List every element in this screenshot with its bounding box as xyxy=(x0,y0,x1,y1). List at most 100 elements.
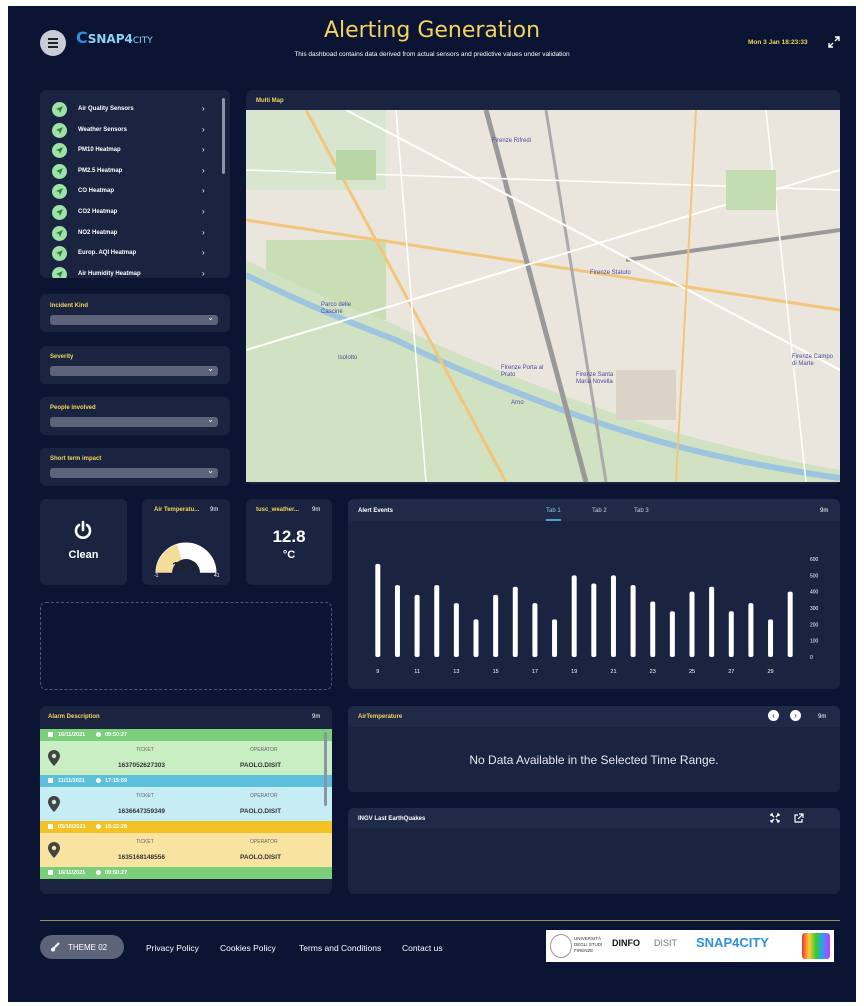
chart-bar[interactable] xyxy=(532,603,538,657)
alarm-time: 09:50:27 xyxy=(105,732,128,738)
chart-bar[interactable] xyxy=(512,586,518,657)
weather-value: 12.8 xyxy=(272,527,306,546)
chart-bar[interactable] xyxy=(709,586,715,657)
people-involved-select[interactable]: ⌄ xyxy=(50,415,218,427)
layer-item[interactable]: Europ. AQI Heatmap › xyxy=(48,244,218,264)
x-tick-label: 11 xyxy=(414,669,420,675)
chart-bar[interactable] xyxy=(610,575,616,657)
incident-kind-select[interactable]: ⌄ xyxy=(50,313,218,325)
footer-link[interactable]: Contact us xyxy=(402,943,443,953)
clock-icon xyxy=(96,732,101,737)
chevron-right-icon: › xyxy=(202,186,205,196)
severity-select[interactable]: ⌄ xyxy=(50,364,218,376)
layer-label: Air Quality Sensors xyxy=(78,106,134,112)
chart-bar[interactable] xyxy=(473,619,479,657)
footer-link[interactable]: Cookies Policy xyxy=(220,943,276,953)
university-logo: UNIVERSITÀ DEGLI STUDI FIRENZE xyxy=(574,936,603,953)
chart-bar[interactable] xyxy=(591,583,597,658)
chart-bar[interactable] xyxy=(414,594,420,657)
map-marker-icon xyxy=(48,796,60,812)
location-arrow-icon xyxy=(52,266,67,278)
map-title: Multi Map xyxy=(256,98,284,104)
brush-icon xyxy=(51,942,60,952)
y-tick-label: 600 xyxy=(810,557,819,563)
scrollbar[interactable] xyxy=(324,732,327,806)
alarm-header[interactable]: 11/11/2021 17:15:59 xyxy=(40,775,332,787)
layer-label: CO Heatmap xyxy=(78,188,115,195)
x-tick-label: 15 xyxy=(493,669,499,675)
chart-bar[interactable] xyxy=(728,611,734,657)
chart-bar[interactable] xyxy=(571,575,577,657)
city-map[interactable]: Firenze Rifredi Firenze Statuto Parco dell… xyxy=(246,110,840,482)
chevron-down-icon: ⌄ xyxy=(207,466,214,475)
clock-icon xyxy=(96,824,101,829)
tab-2[interactable]: Tab 2 xyxy=(592,508,607,514)
chart-bar[interactable] xyxy=(748,603,754,657)
external-link-icon[interactable] xyxy=(794,813,804,823)
calendar-icon xyxy=(48,778,53,783)
filter-label: Short term impact xyxy=(50,456,102,462)
chart-bar[interactable] xyxy=(669,611,675,657)
expand-icon[interactable] xyxy=(770,813,780,823)
layer-label: PM2.5 Heatmap xyxy=(78,167,123,174)
weather-widget: tusc_weather... 9m 12.8 °C xyxy=(246,499,332,585)
alarm-date: 11/11/2021 xyxy=(58,778,85,784)
chevron-right-icon: › xyxy=(202,124,205,134)
chart-bar[interactable] xyxy=(375,563,381,657)
earthquakes-panel: INGV Last EarthQuakes xyxy=(348,808,840,894)
calendar-icon xyxy=(48,732,53,737)
chart-bar[interactable] xyxy=(630,585,636,657)
location-arrow-icon xyxy=(52,184,67,200)
chevron-down-icon: ⌄ xyxy=(207,364,214,373)
alarm-header[interactable]: 16/11/2021 09:50:27 xyxy=(40,729,332,741)
location-arrow-icon xyxy=(52,163,67,179)
partner-badge xyxy=(802,933,830,959)
chart-bar[interactable] xyxy=(650,601,656,657)
alarm-row[interactable]: TICKET OPERATOR 1637052627303 PAOLO.DISIT xyxy=(40,741,332,775)
x-tick-label: 29 xyxy=(767,669,773,675)
chart-bar[interactable] xyxy=(434,585,440,657)
scrollbar[interactable] xyxy=(222,98,225,174)
layer-label: Weather Sensors xyxy=(78,126,127,133)
ticket-label: TICKET xyxy=(136,839,154,845)
footer-link[interactable]: Privacy Policy xyxy=(146,943,199,953)
chart-bar[interactable] xyxy=(493,594,499,657)
operator-value: PAOLO.DISIT xyxy=(240,854,282,861)
chart-bar[interactable] xyxy=(453,603,459,657)
alarm-title: Alarm Description xyxy=(48,714,100,720)
layer-item[interactable]: PM10 Heatmap › xyxy=(48,141,218,161)
alarm-header[interactable]: 05/10/2021 15:22:28 xyxy=(40,821,332,833)
layer-item[interactable]: CO2 Heatmap › xyxy=(48,203,218,223)
y-tick-label: 500 xyxy=(810,573,819,579)
chart-bar[interactable] xyxy=(689,591,695,657)
chart-bar[interactable] xyxy=(394,585,400,657)
weather-unit: °C xyxy=(282,549,296,561)
chart-bar[interactable] xyxy=(768,619,774,657)
alarm-header[interactable]: 16/11/2021 09:50:27 xyxy=(40,867,332,879)
prev-button[interactable]: ‹ xyxy=(768,710,779,721)
layer-item[interactable]: CO Heatmap › xyxy=(48,182,218,202)
theme-button[interactable]: THEME 02 xyxy=(40,935,124,959)
footer-link[interactable]: Terms and Conditions xyxy=(299,943,381,953)
layer-item[interactable]: NO2 Heatmap › xyxy=(48,224,218,244)
alarm-row[interactable]: TICKET OPERATOR 1635168148556 PAOLO.DISIT xyxy=(40,833,332,867)
status-widget: Clean xyxy=(40,499,127,585)
tab-3[interactable]: Tab 3 xyxy=(634,508,649,514)
short-term-impact-select[interactable]: ⌄ xyxy=(50,466,218,478)
layer-item[interactable]: Weather Sensors › xyxy=(48,121,218,141)
fullscreen-icon[interactable] xyxy=(828,36,840,48)
chart-bar[interactable] xyxy=(552,619,558,657)
location-arrow-icon xyxy=(52,225,67,241)
page-subtitle: This dashboad contains data derived from… xyxy=(294,51,570,58)
map-place-label: Arno xyxy=(511,400,524,406)
layer-item[interactable]: PM2.5 Heatmap › xyxy=(48,162,218,182)
next-button[interactable]: › xyxy=(790,710,801,721)
chevron-right-icon: › xyxy=(202,145,205,155)
alarm-row[interactable]: TICKET OPERATOR 1636647359349 PAOLO.DISIT xyxy=(40,787,332,821)
layer-item[interactable]: Air Humidity Heatmap › xyxy=(48,265,218,278)
tab-1[interactable]: Tab 1 xyxy=(546,508,561,521)
layer-item[interactable]: Air Quality Sensors › xyxy=(48,100,218,120)
chart-bar[interactable] xyxy=(787,591,793,657)
gauge-max: 41 xyxy=(214,573,220,579)
panel-header xyxy=(348,706,840,727)
